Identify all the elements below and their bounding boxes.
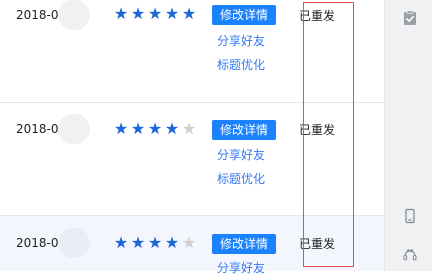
star-icon: ★	[164, 119, 179, 138]
star-icon: ★	[130, 233, 145, 252]
edit-details-button[interactable]: 修改详情	[212, 120, 276, 140]
blurred-title	[58, 0, 90, 30]
star-icon: ★	[147, 4, 162, 23]
rating-stars: ★ ★ ★ ★ ★	[112, 119, 197, 138]
status-text: 已重发	[299, 9, 336, 23]
status-text: 已重发	[299, 237, 336, 251]
star-icon: ★	[147, 233, 162, 252]
clipboard-check-icon[interactable]	[402, 10, 418, 26]
star-icon: ★	[181, 119, 196, 138]
share-friends-link[interactable]: 分享好友	[217, 259, 265, 276]
edit-details-button[interactable]: 修改详情	[212, 234, 276, 254]
share-friends-link[interactable]: 分享好友	[217, 146, 265, 163]
blurred-title	[58, 114, 90, 144]
customer-service-icon[interactable]	[402, 247, 418, 263]
blurred-title	[58, 228, 90, 258]
title-optimize-link[interactable]: 标题优化	[217, 170, 265, 187]
star-icon: ★	[164, 4, 179, 23]
star-icon: ★	[147, 119, 162, 138]
star-icon: ★	[181, 233, 196, 252]
star-icon: ★	[130, 119, 145, 138]
phone-icon[interactable]	[402, 208, 418, 224]
star-icon: ★	[164, 233, 179, 252]
star-icon: ★	[113, 4, 128, 23]
share-friends-link[interactable]: 分享好友	[217, 32, 265, 49]
star-icon: ★	[113, 119, 128, 138]
star-icon: ★	[130, 4, 145, 23]
edit-details-button[interactable]: 修改详情	[212, 5, 276, 25]
date-text: 2018-0	[16, 236, 59, 250]
rating-stars: ★ ★ ★ ★ ★	[112, 233, 197, 252]
star-icon: ★	[113, 233, 128, 252]
table-row: 2018-0 ★ ★ ★ ★ ★ 修改详情 分享好友 已重发	[0, 216, 384, 275]
date-text: 2018-0	[16, 122, 59, 136]
rating-stars: ★ ★ ★ ★ ★	[112, 4, 197, 23]
status-text: 已重发	[299, 123, 336, 137]
date-text: 2018-0	[16, 8, 59, 22]
table-row: 2018-0 ★ ★ ★ ★ ★ 修改详情 分享好友 标题优化 已重发	[0, 103, 384, 215]
table-row: 2018-0 ★ ★ ★ ★ ★ 修改详情 分享好友 标题优化 已重发	[0, 0, 384, 102]
side-toolbar	[384, 0, 432, 271]
title-optimize-link[interactable]: 标题优化	[217, 56, 265, 73]
star-icon: ★	[181, 4, 196, 23]
listing-table: 2018-0 ★ ★ ★ ★ ★ 修改详情 分享好友 标题优化 已重发 2018-0 ★…	[0, 0, 384, 275]
